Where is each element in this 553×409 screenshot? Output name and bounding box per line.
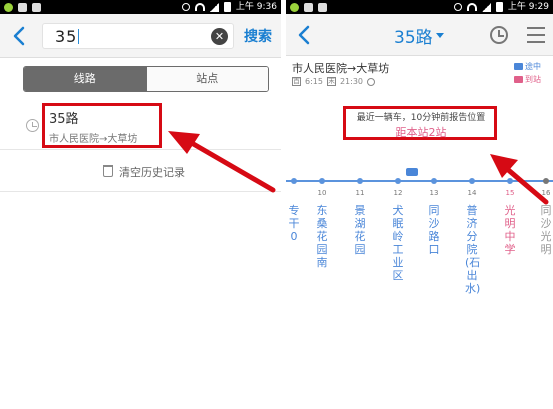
bus-arrived-icon [514,76,523,83]
stop-name[interactable]: 同沙光明 [539,204,553,256]
signal-icon [209,2,219,12]
clear-history-label: 清空历史记录 [119,166,185,179]
history-clock-icon [26,119,39,132]
bus-enroute-icon [514,63,523,70]
back-arrow-icon [13,26,25,46]
stop-marker [469,178,475,184]
status-bar: 上午 9:29 [286,0,553,14]
wifi-icon [466,3,477,11]
stop-number: 13 [429,189,439,197]
stop-number: 11 [355,189,365,197]
stop-marker [319,178,325,184]
stop-marker [543,178,549,184]
stop-number: 16 [541,189,551,197]
back-arrow-icon [298,25,310,45]
tab-route[interactable]: 线路 [24,67,146,91]
route-title[interactable]: 35路 [394,23,433,48]
search-type-tabs: 线路 站点 [23,66,269,92]
stop-name[interactable]: 光明中学 [503,204,517,256]
last-bus-badge: 末 [326,77,336,86]
message-notification-icon [318,2,327,12]
battery-icon [495,2,503,12]
alarm-icon [453,3,462,11]
route-detail-screen: 上午 9:29 35路 市人民医院→大草坊 首 6:15 末 21:30 途中 … [286,0,553,409]
alarm-clock-icon[interactable] [490,26,508,44]
tab-stop[interactable]: 站点 [145,67,268,91]
back-button[interactable] [292,21,316,49]
app-notification-icon [290,2,299,12]
signal-icon [481,2,491,12]
back-button[interactable] [6,22,32,50]
status-time: 上午 9:29 [507,2,549,12]
stop-marker [357,178,363,184]
bus-legend: 途中 到站 [514,60,541,86]
stop-name[interactable]: 犬眠岭工业区 [391,204,405,282]
stop-marker [291,178,297,184]
stop-name[interactable]: 景湖花园 [353,204,367,256]
legend-enroute: 途中 [525,62,541,71]
stop-number: 15 [505,189,515,197]
battery-icon [223,2,231,12]
stop-name[interactable]: 专干0 [287,204,301,243]
clear-input-button[interactable]: ✕ [211,28,228,45]
app-notification-icon [4,2,13,12]
stop-number: 12 [393,189,403,197]
status-bar: 上午 9:36 [0,0,281,14]
first-bus-time: 6:15 [305,77,323,86]
image-notification-icon [304,2,313,12]
first-bus-badge: 首 [292,77,301,86]
distance-to-stop: 距本站2站 [395,126,447,139]
alarm-icon [181,3,190,11]
message-notification-icon [32,2,41,12]
legend-arrived: 到站 [525,75,541,84]
stop-name[interactable]: 同沙路口 [427,204,441,256]
trash-icon [103,165,113,177]
status-time: 上午 9:36 [235,2,277,12]
wifi-icon [194,3,205,11]
stop-marker [395,178,401,184]
chevron-down-icon[interactable] [436,33,444,38]
stop-number: 10 [317,189,327,197]
highlight-box [42,103,162,148]
image-notification-icon [18,2,27,12]
text-cursor [78,29,80,44]
stop-marker [431,178,437,184]
close-icon: ✕ [214,30,225,43]
latest-bus-report: 最近一辆车，10分钟前报告位置 [356,113,486,123]
stop-name[interactable]: 普济分院(石出水) [465,204,480,295]
last-bus-time: 21:30 [339,77,364,86]
stop-name[interactable]: 东桑花园南 [315,204,329,269]
menu-icon[interactable] [527,27,545,43]
stop-number: 14 [467,189,477,197]
search-button[interactable]: 搜索 [244,26,272,46]
stop-marker [507,178,513,184]
route-header: 35路 [286,14,553,56]
search-input[interactable]: 35 ✕ [42,23,234,49]
bus-position-icon [406,168,418,176]
search-bar: 35 ✕ 搜索 [0,14,281,58]
route-direction: 市人民医院→大草坊 [292,62,390,75]
search-input-value: 35 [55,27,78,46]
clear-history-button[interactable]: 清空历史记录 [0,150,281,192]
schedule-clock-icon [367,77,376,86]
search-screen: 上午 9:36 35 ✕ 搜索 线路 站点 35路 市人民医院→大草坊 清空历史… [0,0,281,409]
route-schedule: 首 6:15 末 21:30 [292,77,376,86]
